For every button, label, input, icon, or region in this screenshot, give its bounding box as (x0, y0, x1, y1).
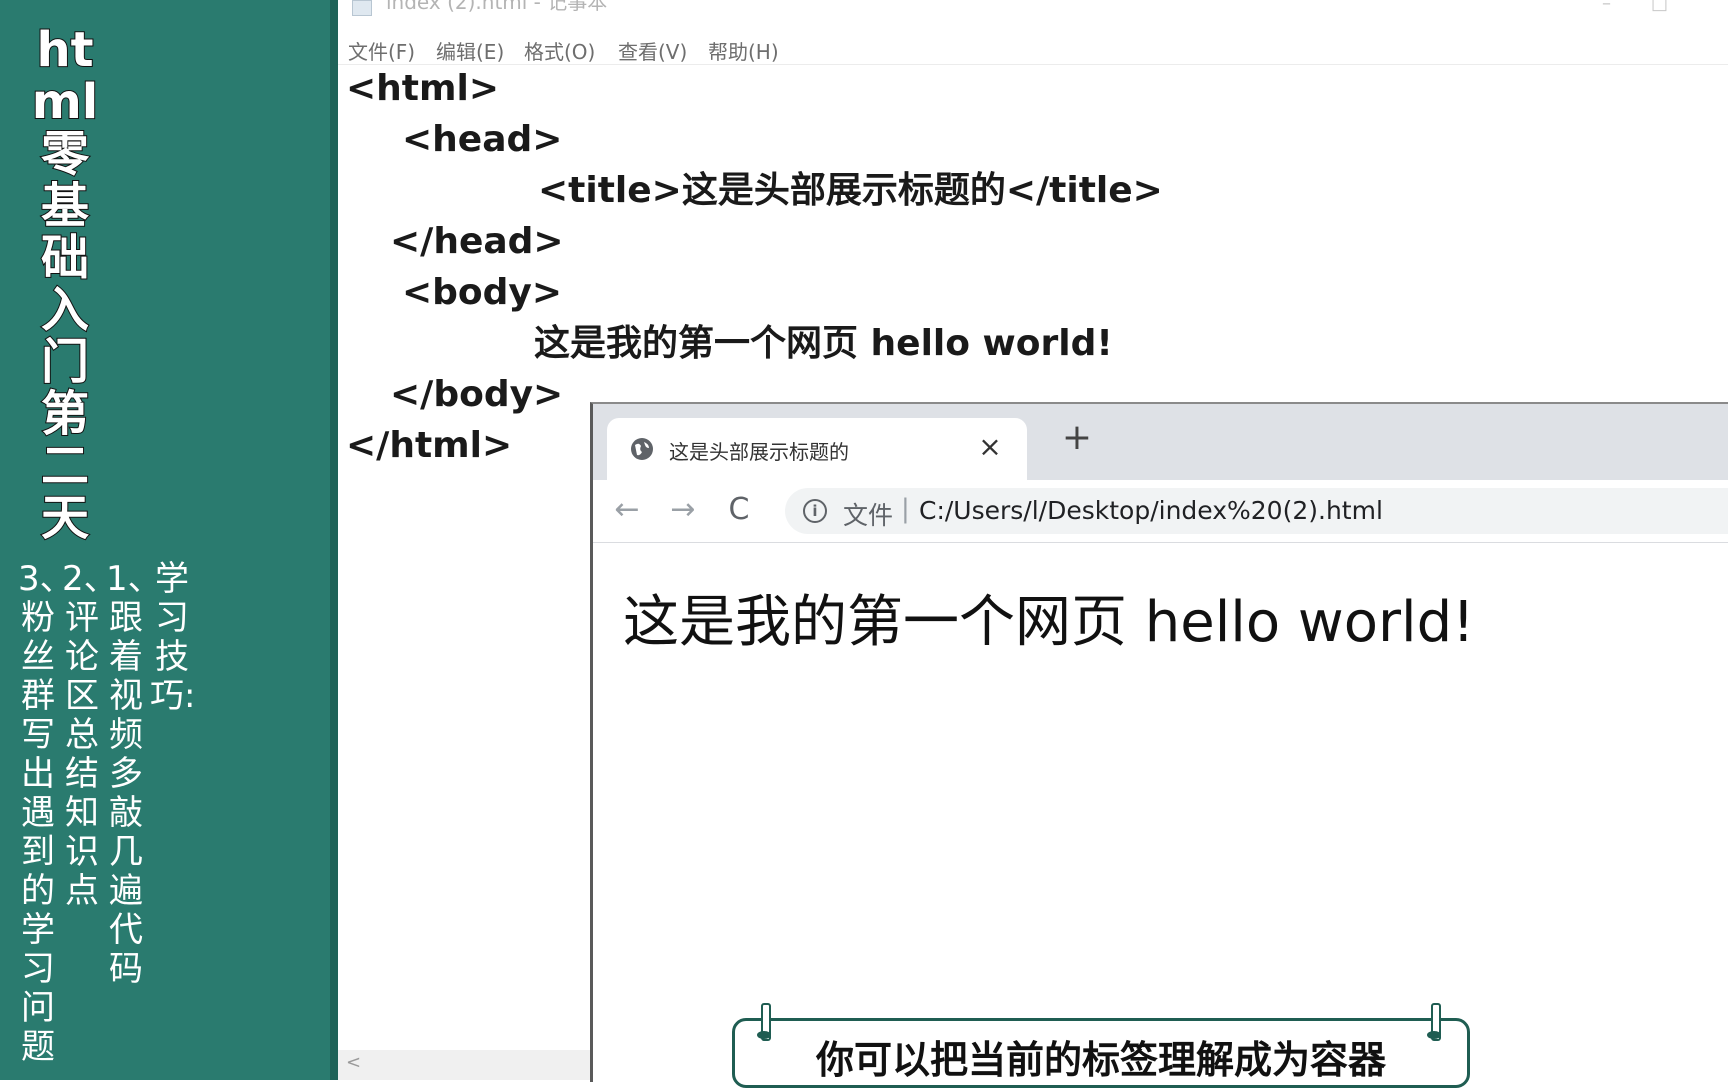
address-separator: | (901, 494, 910, 524)
course-title: html零基础入门第二天 (31, 22, 99, 546)
subtitle-banner: 你可以把当前的标签理解成为容器 (732, 1003, 1470, 1088)
forward-button[interactable]: → (665, 492, 701, 527)
tip-3: 3、粉丝群写出遇到的学习问题 (18, 559, 74, 1067)
address-bar[interactable]: i 文件 | C:/Users/l/Desktop/index%20(2).ht… (785, 488, 1728, 534)
scroll-left-arrow[interactable]: < (346, 1052, 361, 1073)
page-viewport: 这是我的第一个网页 hello world! (593, 543, 1728, 1082)
notepad-file-icon (352, 0, 372, 16)
new-tab-button[interactable]: + (1059, 420, 1095, 456)
window-controls[interactable]: –□ (1602, 0, 1708, 13)
reload-button[interactable]: C (721, 492, 757, 527)
browser-window: 这是头部展示标题的 × + ← → C i 文件 | C:/Users/l/De… (590, 402, 1728, 1082)
address-scheme-label: 文件 (843, 501, 894, 530)
menu-view[interactable]: 查看(V) (618, 36, 687, 65)
menu-file[interactable]: 文件(F) (348, 36, 415, 65)
tab-strip: 这是头部展示标题的 × + (593, 404, 1728, 480)
menu-help[interactable]: 帮助(H) (708, 36, 779, 65)
code-line: <head> (402, 119, 563, 160)
address-url[interactable]: C:/Users/l/Desktop/index%20(2).html (919, 496, 1383, 525)
code-line: <title>这是头部展示标题的</title> (538, 170, 1163, 211)
info-icon[interactable]: i (803, 499, 827, 523)
browser-toolbar: ← → C i 文件 | C:/Users/l/Desktop/index%20… (593, 480, 1728, 543)
page-body-text: 这是我的第一个网页 hello world! (623, 590, 1475, 655)
code-line: 这是我的第一个网页 hello world! (534, 323, 1113, 364)
notepad-menubar: 文件(F) 编辑(E) 格式(O) 查看(V) 帮助(H) (338, 28, 1728, 65)
back-button[interactable]: ← (609, 492, 645, 527)
subtitle-text: 你可以把当前的标签理解成为容器 (815, 1038, 1386, 1082)
globe-icon (631, 438, 653, 460)
tip-2: 2、评论区总结知识点 (62, 559, 118, 911)
notepad-titlebar: index (2).html - 记事本 –□ (338, 0, 1728, 28)
code-line: </body> (390, 374, 564, 415)
menu-format[interactable]: 格式(O) (524, 36, 595, 65)
horizontal-scrollbar[interactable]: < (338, 1050, 590, 1080)
menu-edit[interactable]: 编辑(E) (436, 36, 504, 65)
notepad-title: index (2).html - 记事本 (386, 0, 608, 14)
course-sidebar: html零基础入门第二天 学习技巧: 1、跟着视频多敲几遍代码 2、评论区总结知… (0, 0, 336, 1080)
browser-tab[interactable]: 这是头部展示标题的 × (607, 418, 1027, 480)
tip-1: 1、跟着视频多敲几遍代码 (106, 559, 162, 989)
tab-title: 这是头部展示标题的 (669, 440, 849, 464)
code-line: <html> (346, 68, 500, 109)
code-line: </html> (346, 425, 513, 466)
code-line: <body> (402, 272, 563, 313)
sidebar-divider (330, 0, 338, 1080)
code-line: </head> (390, 221, 564, 262)
tab-close-button[interactable]: × (975, 430, 1005, 463)
